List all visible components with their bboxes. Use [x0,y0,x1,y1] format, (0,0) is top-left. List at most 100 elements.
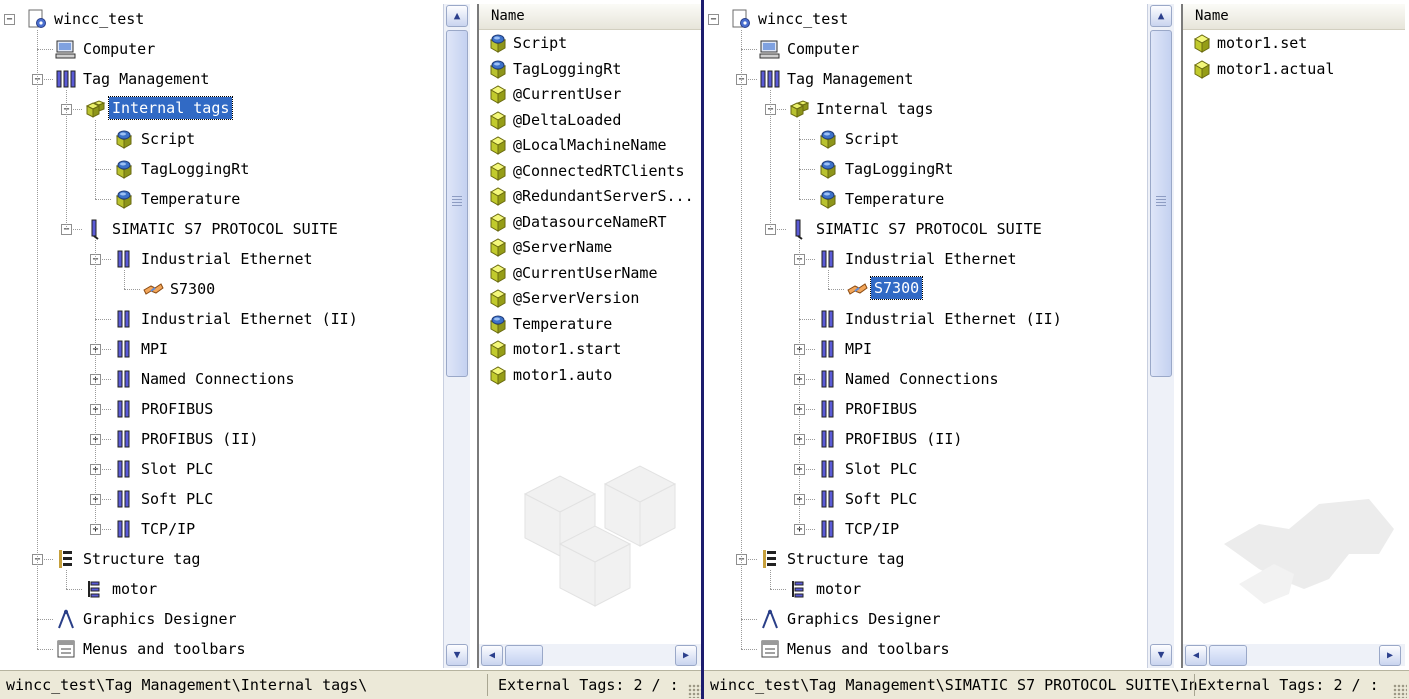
tree-node-label: Slot PLC [141,460,214,478]
tag-list-view[interactable]: Name motor1.set motor1.actual ◀ ▶ [1181,4,1405,668]
tree-view[interactable]: − wincc_test Computer − Tag Management − Inter… [0,0,443,668]
computer-icon [55,38,77,60]
tree-connector [66,589,82,590]
tree-node-label: PROFIBUS (II) [845,430,963,448]
channel-icon [113,458,135,480]
tree-node[interactable]: Graphics Designer [704,604,1147,634]
tree-node[interactable]: S7300 [0,274,443,304]
tree-connector [799,120,800,199]
tree-vertical-scrollbar[interactable]: ▲ ▼ [443,4,470,668]
column-header-name[interactable]: Name [1183,4,1405,30]
resize-grip-icon[interactable] [1393,684,1407,698]
tag-icon [487,364,509,386]
scroll-left-button[interactable]: ◀ [481,645,503,666]
tree-connector [124,270,125,289]
collapse-toggle-icon[interactable]: − [708,14,719,25]
tree-vertical-scrollbar[interactable]: ▲ ▼ [1147,4,1174,668]
tree-node[interactable]: + PROFIBUS (II) [704,424,1147,454]
tree-node[interactable]: Graphics Designer [0,604,443,634]
tree-node-label: MPI [845,340,873,358]
tree-node[interactable]: − wincc_test [704,4,1147,34]
tree-node-label: TCP/IP [845,520,900,538]
tree-node[interactable]: − Industrial Ethernet [704,244,1147,274]
tree-node-label: Soft PLC [141,490,214,508]
tree-node-label: TagLoggingRt [141,160,250,178]
tag-list-view[interactable]: Name Script TagLoggingRt @CurrentUser @Delt… [477,4,701,668]
status-external-tags: External Tags: 2 / : [498,676,679,694]
scroll-right-button[interactable]: ▶ [1379,645,1401,666]
tree-node[interactable]: − Industrial Ethernet [0,244,443,274]
scroll-up-button[interactable]: ▲ [1150,5,1172,27]
tree-connector [66,90,67,229]
tree-node[interactable]: + TCP/IP [704,514,1147,544]
tree-node[interactable]: + PROFIBUS [0,394,443,424]
column-header-label: Name [491,8,525,24]
structure-type-icon [84,578,106,600]
resize-grip-icon[interactable] [688,684,702,698]
tree-connector [95,240,96,529]
tree-view[interactable]: − wincc_test Computer − Tag Management − Inter… [704,0,1147,668]
tree-node-label: PROFIBUS (II) [141,430,259,448]
status-bar: wincc_test\Tag Management\Internal tags\… [0,670,704,699]
tree-node[interactable]: + Named Connections [704,364,1147,394]
tree-node[interactable]: + Soft PLC [704,484,1147,514]
channel-icon [817,308,839,330]
tree-node[interactable]: + Slot PLC [704,454,1147,484]
tag-icon [487,83,509,105]
tag-name: TagLoggingRt [513,59,622,78]
tree-node[interactable]: Industrial Ethernet (II) [704,304,1147,334]
horizontal-scroll-thumb[interactable] [1209,645,1247,666]
column-header-name[interactable]: Name [479,4,701,30]
tree-node[interactable]: S7300 [704,274,1147,304]
tag-icon [1191,32,1213,54]
internal-tags-icon [788,98,810,120]
tree-node[interactable]: + MPI [704,334,1147,364]
tree-node[interactable]: Menus and toolbars [0,634,443,664]
collapse-toggle-icon[interactable]: − [4,14,15,25]
tree-node-label: Internal tags [107,96,234,120]
tree-node[interactable]: + TCP/IP [0,514,443,544]
list-horizontal-scrollbar[interactable]: ◀ ▶ [479,644,701,666]
scroll-down-button[interactable]: ▼ [446,644,468,666]
channel-icon [113,488,135,510]
tag-name: @LocalMachineName [513,136,667,154]
tree-node[interactable]: + Named Connections [0,364,443,394]
tag-group-icon [487,313,509,335]
tree-node-label: Industrial Ethernet [845,250,1017,268]
tree-node[interactable]: + MPI [0,334,443,364]
scroll-thumb[interactable] [1150,30,1172,377]
tree-node-label: Named Connections [141,370,295,388]
tree-node[interactable]: + Soft PLC [0,484,443,514]
tree-connector [95,139,111,140]
tree-node[interactable]: Computer [0,34,443,64]
scroll-down-button[interactable]: ▼ [1150,644,1172,666]
tree-node[interactable]: + PROFIBUS (II) [0,424,443,454]
tree-node-label: Graphics Designer [787,610,941,628]
scroll-grip-icon [1156,196,1166,206]
tree-connector [37,619,53,620]
tree-node[interactable]: + Slot PLC [0,454,443,484]
horizontal-scroll-thumb[interactable] [505,645,543,666]
list-horizontal-scrollbar[interactable]: ◀ ▶ [1183,644,1405,666]
tree-node-label: Menus and toolbars [83,640,246,658]
tree-node[interactable]: + PROFIBUS [704,394,1147,424]
tree-node[interactable]: Computer [704,34,1147,64]
tree-node-label: Structure tag [83,550,201,568]
scroll-right-button[interactable]: ▶ [675,645,697,666]
channel-icon [817,338,839,360]
channel-icon [113,398,135,420]
channel-icon [113,248,135,270]
tree-connector [799,139,815,140]
tag-name: @DatasourceNameRT [513,212,667,231]
tree-node[interactable]: Menus and toolbars [704,634,1147,664]
tree-node[interactable]: Industrial Ethernet (II) [0,304,443,334]
scroll-up-button[interactable]: ▲ [446,5,468,27]
tag-icon [487,287,509,309]
channel-icon [817,248,839,270]
scroll-left-button[interactable]: ◀ [1185,645,1207,666]
tag-name: Temperature [513,314,613,333]
channel-icon [817,488,839,510]
tag-icon [487,262,509,284]
scroll-thumb[interactable] [446,30,468,377]
tree-node[interactable]: − wincc_test [0,4,443,34]
